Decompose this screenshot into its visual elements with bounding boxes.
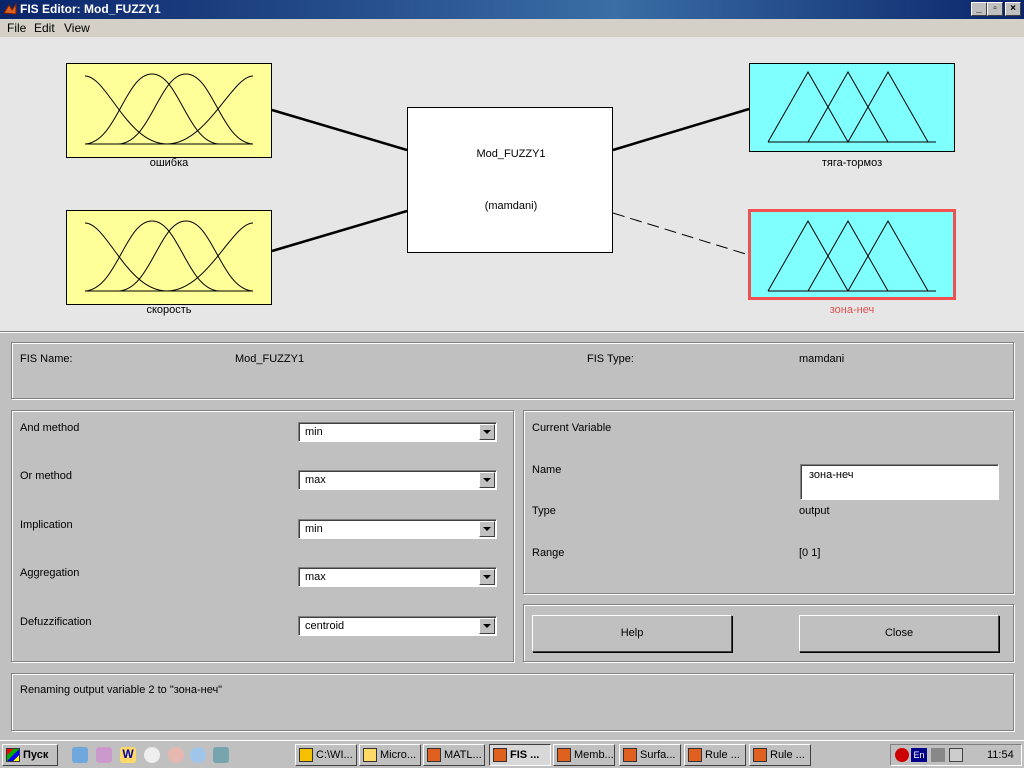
matlab-figure-icon bbox=[688, 748, 702, 762]
language-indicator[interactable]: En bbox=[911, 748, 927, 762]
chevron-down-icon[interactable] bbox=[479, 472, 495, 488]
status-panel: Renaming output variable 2 to "зона-неч" bbox=[11, 673, 1014, 731]
status-text: Renaming output variable 2 to "зона-неч" bbox=[20, 684, 223, 696]
variable-name-input[interactable]: зона-неч bbox=[800, 464, 999, 500]
matlab-figure-icon bbox=[753, 748, 767, 762]
current-variable-header: Current Variable bbox=[532, 422, 612, 434]
output-variable-label: тяга-тормоз bbox=[821, 157, 883, 169]
task-button[interactable]: C:\WI... bbox=[295, 744, 357, 766]
buttons-panel: Help Close bbox=[523, 604, 1014, 662]
and-method-label: And method bbox=[20, 422, 80, 434]
fis-name-value: Mod_FUZZY1 bbox=[235, 353, 305, 365]
window-title: FIS Editor: Mod_FUZZY1 bbox=[20, 2, 161, 16]
input-variable-label: скорость bbox=[146, 304, 192, 316]
implication-select[interactable]: min bbox=[298, 519, 497, 539]
fis-type-label: FIS Type: bbox=[587, 353, 634, 365]
matlab-icon bbox=[427, 748, 441, 762]
matlab-figure-icon bbox=[493, 748, 507, 762]
input-variable-box[interactable] bbox=[66, 63, 272, 158]
fis-diagram: ошибка скорость Mod_FUZZY1 (mamdani) тяг… bbox=[0, 37, 1024, 331]
task-button[interactable]: Rule ... bbox=[749, 744, 811, 766]
triangular-mf-icon bbox=[767, 70, 936, 143]
fis-name-label: FIS Name: bbox=[20, 353, 73, 365]
task-button[interactable]: MATL... bbox=[423, 744, 485, 766]
menu-view[interactable]: View bbox=[64, 21, 90, 35]
ie-icon[interactable] bbox=[144, 747, 160, 763]
gaussian-mf-icon bbox=[84, 220, 254, 292]
task-button-active[interactable]: FIS ... bbox=[489, 744, 551, 766]
title-bar: FIS Editor: Mod_FUZZY1 _ ▫ × bbox=[0, 0, 1024, 19]
chevron-down-icon[interactable] bbox=[479, 569, 495, 585]
or-method-select[interactable]: max bbox=[298, 470, 497, 490]
matlab-figure-icon bbox=[623, 748, 637, 762]
variable-type-label: Type bbox=[532, 505, 556, 517]
task-button[interactable]: Memb... bbox=[553, 744, 615, 766]
task-button[interactable]: Rule ... bbox=[684, 744, 746, 766]
media-player-icon[interactable] bbox=[190, 747, 206, 763]
speaker-icon[interactable] bbox=[949, 748, 963, 762]
implication-label: Implication bbox=[20, 519, 73, 531]
menu-edit[interactable]: Edit bbox=[34, 21, 55, 35]
triangular-mf-icon bbox=[767, 219, 936, 292]
current-variable-panel: Current Variable Name зона-неч Type outp… bbox=[523, 410, 1014, 594]
close-window-button[interactable]: × bbox=[1005, 2, 1021, 16]
menu-bar: File Edit View bbox=[0, 19, 1024, 37]
system-type: (mamdani) bbox=[484, 200, 538, 212]
or-method-label: Or method bbox=[20, 470, 72, 482]
chevron-down-icon[interactable] bbox=[479, 618, 495, 634]
fis-type-value: mamdani bbox=[799, 353, 845, 365]
aggregation-label: Aggregation bbox=[20, 567, 80, 579]
task-button[interactable]: Surfa... bbox=[619, 744, 681, 766]
gaussian-mf-icon bbox=[84, 73, 254, 145]
system-tray: En 11:54 bbox=[890, 744, 1022, 766]
matlab-icon bbox=[3, 2, 17, 16]
clock: 11:54 bbox=[987, 749, 1014, 761]
explorer-icon[interactable] bbox=[96, 747, 112, 763]
variable-type-value: output bbox=[799, 505, 830, 517]
word-icon bbox=[363, 748, 377, 762]
help-button[interactable]: Help bbox=[532, 615, 732, 652]
chevron-down-icon[interactable] bbox=[479, 424, 495, 440]
menu-file[interactable]: File bbox=[7, 21, 26, 35]
variable-range-value: [0 1] bbox=[799, 547, 821, 559]
output-variable-box-selected[interactable] bbox=[748, 209, 956, 300]
variable-range-label: Range bbox=[532, 547, 565, 559]
fis-system-box[interactable]: Mod_FUZZY1 (mamdani) bbox=[407, 107, 613, 253]
minimize-button[interactable]: _ bbox=[971, 2, 987, 16]
desktop-icon[interactable] bbox=[72, 747, 88, 763]
defuzzification-label: Defuzzification bbox=[20, 616, 92, 628]
display-icon[interactable] bbox=[213, 747, 229, 763]
windows-logo-icon bbox=[6, 748, 20, 762]
taskbar: Пуск W C:\WI... Micro... MATL... FIS ...… bbox=[0, 740, 1024, 768]
variable-name-label: Name bbox=[532, 464, 562, 476]
yandex-icon[interactable] bbox=[168, 747, 184, 763]
word-icon[interactable]: W bbox=[120, 747, 136, 763]
maximize-button[interactable]: ▫ bbox=[987, 2, 1003, 16]
folder-icon bbox=[299, 748, 313, 762]
scheduler-icon[interactable] bbox=[895, 748, 909, 762]
chevron-down-icon[interactable] bbox=[479, 521, 495, 537]
output-variable-label-selected: зона-неч bbox=[829, 304, 875, 316]
system-name: Mod_FUZZY1 bbox=[476, 148, 546, 160]
input-variable-label: ошибка bbox=[149, 157, 189, 169]
fis-info-panel: FIS Name: Mod_FUZZY1 FIS Type: mamdani bbox=[11, 342, 1014, 399]
start-button[interactable]: Пуск bbox=[2, 744, 58, 766]
network-icon[interactable] bbox=[931, 748, 945, 762]
output-variable-box[interactable] bbox=[749, 63, 955, 152]
close-button[interactable]: Close bbox=[799, 615, 999, 652]
defuzzification-select[interactable]: centroid bbox=[298, 616, 497, 636]
methods-panel: And method min Or method max Implication… bbox=[11, 410, 514, 662]
and-method-select[interactable]: min bbox=[298, 422, 497, 442]
matlab-figure-icon bbox=[557, 748, 571, 762]
task-button[interactable]: Micro... bbox=[359, 744, 421, 766]
divider bbox=[0, 331, 1024, 333]
input-variable-box[interactable] bbox=[66, 210, 272, 305]
aggregation-select[interactable]: max bbox=[298, 567, 497, 587]
